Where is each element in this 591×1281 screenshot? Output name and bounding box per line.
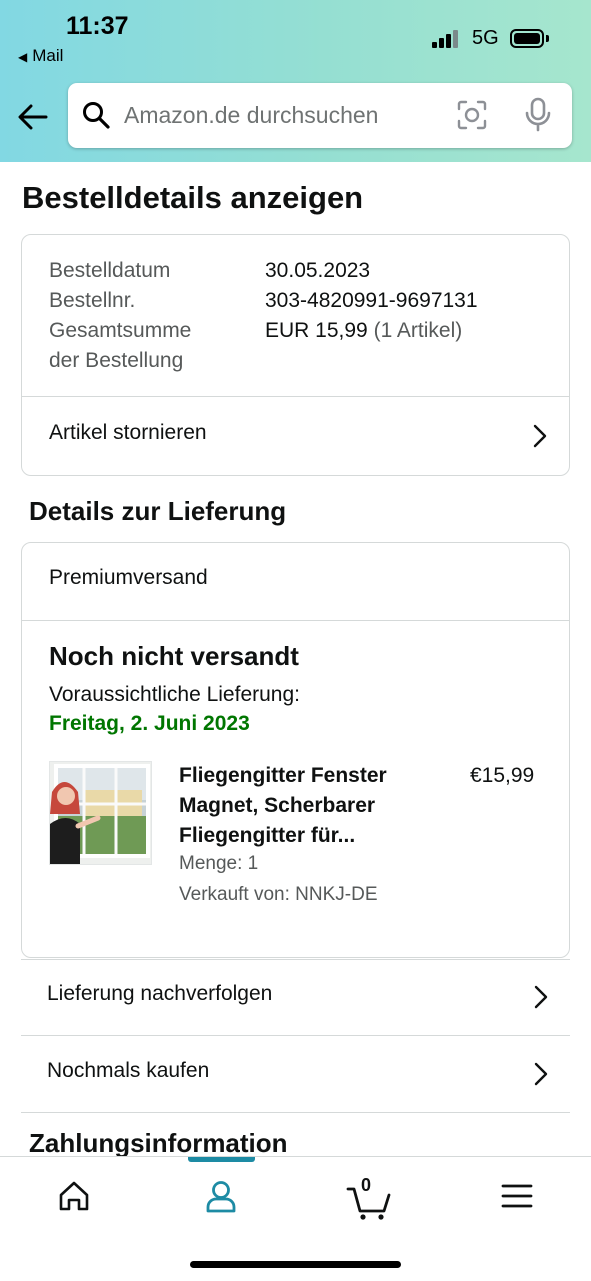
product-title-line: Magnet, Scherbarer [179, 794, 376, 817]
cart-count-badge: 0 [360, 1175, 371, 1195]
buy-again-label: Nochmals kaufen [47, 1059, 210, 1082]
order-total-value: EUR 15,99 (1 Artikel) [265, 316, 462, 346]
product-seller: Verkauft von: NNKJ-DE [179, 884, 378, 905]
search-input[interactable] [124, 99, 444, 131]
cancel-items-label: Artikel stornieren [49, 421, 207, 444]
back-app-label: Mail [32, 46, 64, 65]
card-divider [22, 620, 569, 621]
track-delivery-row[interactable]: Lieferung nachverfolgen [21, 959, 570, 1036]
chevron-right-icon [533, 424, 547, 448]
order-total-label-line2: der Bestellung [49, 349, 184, 372]
order-date-value: 30.05.2023 [265, 259, 371, 282]
buy-again-row[interactable]: Nochmals kaufen [21, 1036, 570, 1113]
product-image[interactable] [49, 761, 152, 865]
home-icon [59, 1181, 89, 1211]
order-number-value: 303-4820991-9697131 [265, 289, 478, 312]
product-photo [50, 762, 151, 864]
home-indicator [190, 1261, 401, 1268]
product-title-line: Fliegengitter Fenster [179, 764, 387, 787]
back-triangle-icon: ◀ [18, 50, 28, 64]
order-total-amount: EUR 15,99 [265, 319, 368, 342]
list-top-divider [21, 959, 570, 960]
order-total-items: (1 Artikel) [373, 319, 463, 342]
track-delivery-label: Lieferung nachverfolgen [47, 982, 273, 1005]
order-number-label: Bestellnr. [49, 289, 136, 312]
back-to-mail-link[interactable]: ◀ Mail [18, 46, 63, 66]
delivery-card: Premiumversand Noch nicht versandt Vorau… [21, 542, 570, 958]
account-icon [206, 1181, 236, 1213]
shipment-status: Noch nicht versandt [49, 641, 299, 671]
order-date-label: Bestelldatum [49, 259, 171, 282]
network-label: 5G [472, 27, 499, 49]
chevron-right-icon [534, 985, 548, 1009]
battery-tip [546, 35, 549, 42]
nav-cart[interactable]: 0 [340, 1171, 400, 1221]
status-time: 11:37 [66, 12, 129, 40]
product-quantity: Menge: 1 [179, 853, 259, 874]
order-total-label-line1: Gesamtsumme [49, 319, 192, 342]
bottom-navigation: 0 [0, 1156, 591, 1281]
battery-icon [510, 29, 544, 48]
nav-account[interactable] [191, 1171, 251, 1221]
product-title-link[interactable]: Fliegengitter Fenster Magnet, Scherbarer… [179, 761, 429, 851]
page-title: Bestelldetails anzeigen [22, 180, 364, 215]
payment-section-title: Zahlungsinformation [29, 1128, 288, 1158]
expected-delivery-label: Voraussichtliche Lieferung: [49, 683, 300, 706]
search-bar[interactable] [68, 83, 572, 148]
expected-delivery-date: Freitag, 2. Juni 2023 [49, 712, 250, 735]
nav-home[interactable] [44, 1171, 104, 1221]
back-arrow-icon[interactable] [16, 100, 50, 134]
cancel-items-row[interactable]: Artikel stornieren [22, 397, 569, 476]
microphone-icon[interactable] [524, 97, 552, 133]
product-title-line: Fliegengitter für... [179, 824, 356, 847]
product-price: €15,99 [470, 764, 535, 787]
camera-search-icon[interactable] [456, 99, 488, 131]
chevron-right-icon [534, 1062, 548, 1086]
menu-icon [501, 1184, 533, 1208]
shipping-type: Premiumversand [49, 566, 208, 589]
order-summary-card: Bestelldatum 30.05.2023 Bestellnr. 303-4… [21, 234, 570, 476]
nav-menu[interactable] [487, 1171, 547, 1221]
delivery-section-title: Details zur Lieferung [29, 496, 287, 526]
signal-icon [432, 28, 462, 48]
search-icon [83, 102, 110, 129]
active-tab-indicator [188, 1157, 255, 1162]
app-header: 11:37 ◀ Mail 5G [0, 0, 591, 162]
